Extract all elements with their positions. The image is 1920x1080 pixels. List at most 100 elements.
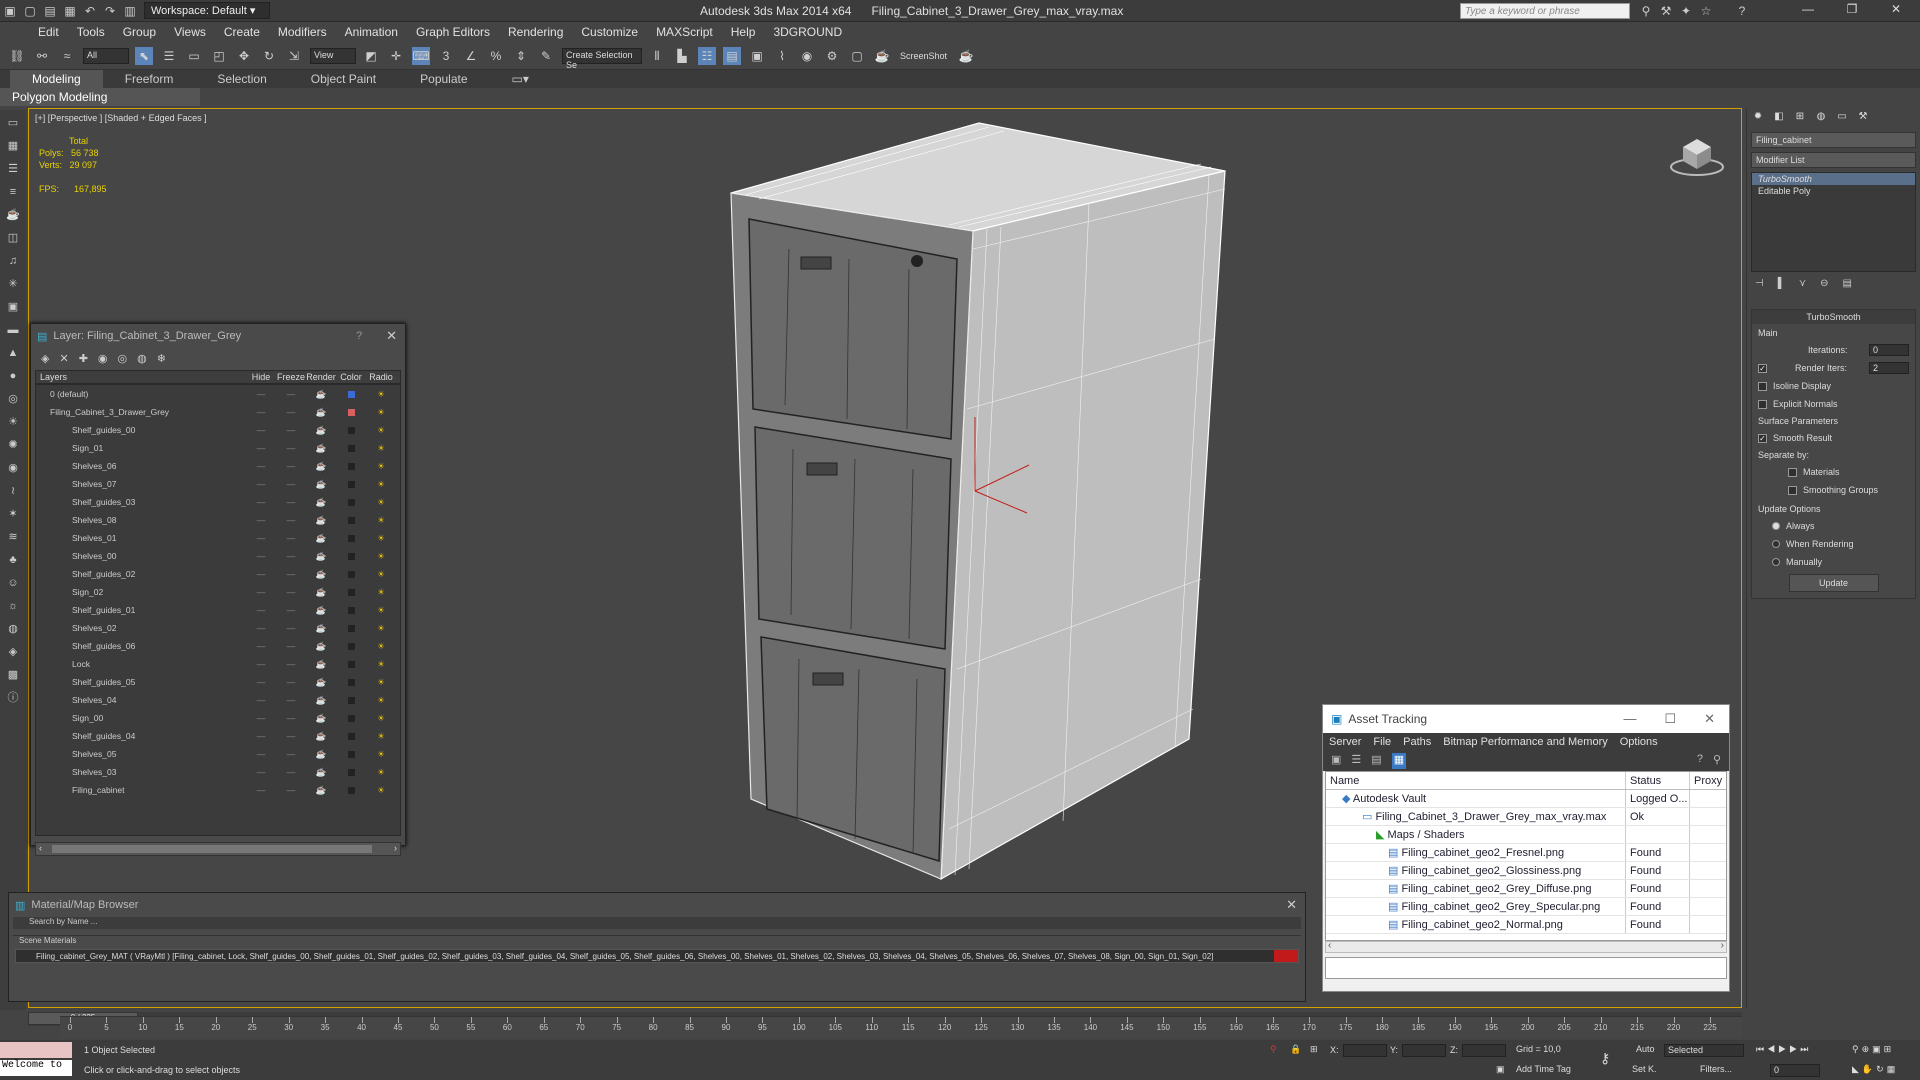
zoom-extents-icon[interactable]: ▣: [1872, 1044, 1884, 1054]
biped-icon[interactable]: ☺: [4, 574, 22, 592]
layer-freeze-toggle[interactable]: —: [276, 403, 306, 421]
align-icon[interactable]: ▙: [673, 47, 691, 65]
tools-icon[interactable]: ⚒: [1656, 2, 1676, 20]
rectangular-selection-icon[interactable]: ▭: [185, 47, 203, 65]
layer-radiosity-icon[interactable]: ☀: [366, 673, 396, 691]
highlight-selected-icon[interactable]: ◎: [118, 352, 128, 366]
display-tab-icon[interactable]: ▭: [1834, 111, 1850, 125]
asset-row[interactable]: ▤ Filing_cabinet_geo2_Grey_Specular.png F…: [1326, 898, 1726, 916]
menu-views[interactable]: Views: [174, 25, 206, 39]
layer-hide-toggle[interactable]: —: [246, 439, 276, 457]
layer-radiosity-icon[interactable]: ☀: [366, 583, 396, 601]
material-browser-close-icon[interactable]: ✕: [1286, 897, 1297, 913]
layer-freeze-toggle[interactable]: —: [276, 745, 306, 763]
layer-row[interactable]: Shelves_04— — ☕ ☀: [36, 691, 400, 709]
vault-icon[interactable]: ▣: [1331, 753, 1341, 769]
asset-scroll-left-icon[interactable]: ‹: [1328, 940, 1331, 951]
layer-freeze-toggle[interactable]: —: [276, 763, 306, 781]
layer-render-teapot-icon[interactable]: ☕: [306, 439, 336, 457]
set-key-button[interactable]: Set K.: [1632, 1064, 1657, 1074]
hide-all-icon[interactable]: ◍: [137, 352, 147, 366]
menu-rendering[interactable]: Rendering: [508, 25, 563, 39]
material-search-input[interactable]: Search by Name ...: [13, 917, 1301, 929]
current-frame-field[interactable]: 0: [1770, 1064, 1820, 1077]
layer-radiosity-icon[interactable]: ☀: [366, 763, 396, 781]
binoculars-icon[interactable]: ⚲: [1636, 2, 1656, 20]
layer-freeze-toggle[interactable]: —: [276, 547, 306, 565]
layer-hide-toggle[interactable]: —: [246, 475, 276, 493]
layer-render-teapot-icon[interactable]: ☕: [306, 493, 336, 511]
modifier-list-dropdown[interactable]: Modifier List: [1751, 152, 1916, 168]
layer-render-teapot-icon[interactable]: ☕: [306, 421, 336, 439]
layer-row[interactable]: Shelf_guides_01— — ☕ ☀: [36, 601, 400, 619]
globe-icon[interactable]: ◍: [4, 620, 22, 638]
remove-modifier-icon[interactable]: ⊖: [1820, 278, 1828, 289]
always-radio[interactable]: [1772, 522, 1780, 530]
asset-row[interactable]: ▤ Filing_cabinet_geo2_Normal.png Found: [1326, 916, 1726, 934]
asset-row[interactable]: ▤ Filing_cabinet_geo2_Grey_Diffuse.png Fo…: [1326, 880, 1726, 898]
project-folder-icon[interactable]: ▥: [120, 2, 140, 20]
help-search-input[interactable]: Type a keyword or phrase: [1460, 3, 1630, 19]
table-view-icon[interactable]: ▤: [1371, 753, 1381, 769]
zoom-all-icon[interactable]: ⊕: [1862, 1044, 1873, 1054]
layer-color-swatch[interactable]: [347, 427, 355, 435]
layer-hide-toggle[interactable]: —: [246, 547, 276, 565]
layer-render-teapot-icon[interactable]: ☕: [306, 565, 336, 583]
create-tab-icon[interactable]: ✹: [1750, 111, 1766, 125]
layer-hide-toggle[interactable]: —: [246, 493, 276, 511]
layer-color-swatch[interactable]: [347, 733, 355, 741]
layer-icon[interactable]: ☰: [4, 160, 22, 178]
layer-color-swatch[interactable]: [347, 607, 355, 615]
named-selection-sets-dropdown[interactable]: Create Selection Se: [562, 47, 642, 70]
asset-horizontal-scrollbar[interactable]: ‹ ›: [1325, 940, 1727, 953]
layer-freeze-toggle[interactable]: —: [276, 727, 306, 745]
app-icon[interactable]: ▣: [0, 2, 20, 20]
turbosmooth-title[interactable]: TurboSmooth: [1752, 310, 1915, 324]
spring-icon[interactable]: ≀: [4, 482, 22, 500]
layer-render-teapot-icon[interactable]: ☕: [306, 583, 336, 601]
select-object-icon[interactable]: ⬉: [135, 46, 153, 65]
utilities-tab-icon[interactable]: ⚒: [1855, 111, 1871, 125]
sign-in-icon[interactable]: ✦: [1676, 2, 1696, 20]
manually-radio[interactable]: [1772, 558, 1780, 566]
asset-tracking-window[interactable]: ▣ Asset Tracking — ☐ ✕ Server File Paths Bitm…: [1322, 704, 1730, 992]
maximize-viewport-icon[interactable]: ⊞: [1884, 1044, 1895, 1054]
layer-radiosity-icon[interactable]: ☀: [366, 781, 396, 799]
layer-freeze-toggle[interactable]: —: [276, 475, 306, 493]
ribbon-tab-freeform[interactable]: Freeform: [103, 70, 196, 88]
menu-create[interactable]: Create: [224, 25, 260, 39]
menu-edit[interactable]: Edit: [38, 25, 59, 39]
select-by-name-icon[interactable]: ☰: [160, 47, 178, 65]
col-hide[interactable]: Hide: [246, 371, 276, 383]
layer-freeze-toggle[interactable]: —: [276, 709, 306, 727]
time-tag-icon[interactable]: ▣: [1496, 1064, 1505, 1075]
asset-menu-paths[interactable]: Paths: [1403, 736, 1431, 748]
layer-freeze-toggle[interactable]: —: [276, 655, 306, 673]
layer-color-swatch[interactable]: [347, 751, 355, 759]
asset-row[interactable]: ◆ Autodesk Vault Logged O...: [1326, 790, 1726, 808]
layer-freeze-toggle[interactable]: —: [276, 421, 306, 439]
render-tool-icon[interactable]: ◈: [4, 643, 22, 661]
layer-color-swatch[interactable]: [347, 553, 355, 561]
light-icon[interactable]: ☀: [4, 413, 22, 431]
layer-hide-toggle[interactable]: —: [246, 565, 276, 583]
asset-col-status[interactable]: Status: [1626, 772, 1690, 789]
render-setup-icon[interactable]: ⚙: [823, 47, 841, 65]
layer-radiosity-icon[interactable]: ☀: [366, 475, 396, 493]
layer-color-swatch[interactable]: [347, 571, 355, 579]
layer-row[interactable]: Shelf_guides_05— — ☕ ☀: [36, 673, 400, 691]
layer-hide-toggle[interactable]: —: [246, 601, 276, 619]
layer-explorer-window[interactable]: ▤ Layer: Filing_Cabinet_3_Drawer_Grey ? …: [30, 323, 406, 856]
target-icon[interactable]: ◉: [4, 459, 22, 477]
layer-render-teapot-icon[interactable]: ☕: [306, 709, 336, 727]
angle-snap-icon[interactable]: ∠: [462, 47, 480, 65]
save-file-icon[interactable]: ▦: [60, 2, 80, 20]
layer-hide-toggle[interactable]: —: [246, 637, 276, 655]
layer-radiosity-icon[interactable]: ☀: [366, 745, 396, 763]
layer-hide-toggle[interactable]: —: [246, 673, 276, 691]
show-end-result-icon[interactable]: ▌: [1778, 278, 1785, 289]
layer-render-teapot-icon[interactable]: ☕: [306, 673, 336, 691]
layer-row[interactable]: Shelves_01— — ☕ ☀: [36, 529, 400, 547]
layer-color-swatch[interactable]: [347, 535, 355, 543]
layer-radiosity-icon[interactable]: ☀: [366, 709, 396, 727]
